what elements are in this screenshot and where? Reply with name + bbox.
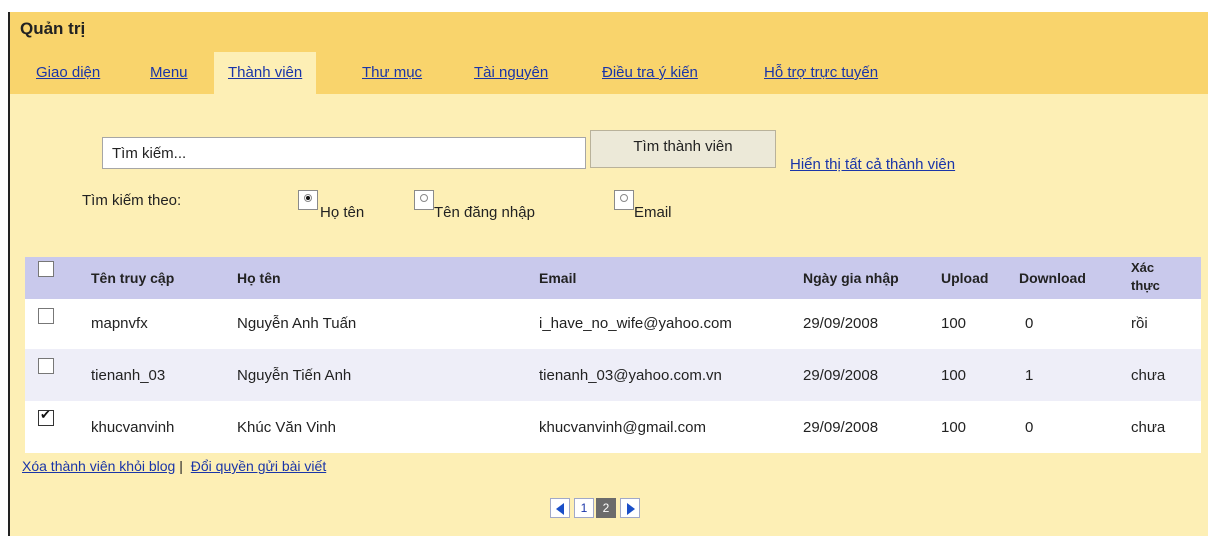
bulk-actions: Xóa thành viên khỏi blog | Đổi quyền gửi… [22, 458, 326, 474]
panel-header: Quản trị Giao diện Menu Thành viên Thư m… [10, 12, 1208, 94]
cell-username: mapnvfx [91, 315, 148, 332]
tab-tai-nguyen[interactable]: Tài nguyên [474, 64, 548, 81]
col-fullname: Họ tên [237, 270, 281, 286]
cell-verified: chưa [1131, 367, 1166, 384]
radio-email[interactable] [614, 190, 634, 210]
cell-username: tienanh_03 [91, 367, 166, 384]
chevron-left-icon [556, 503, 564, 515]
cell-joined: 29/09/2008 [803, 367, 879, 384]
cell-download: 0 [1025, 419, 1034, 436]
link-separator: | [179, 458, 183, 474]
cell-joined: 29/09/2008 [803, 419, 879, 436]
panel-title: Quản trị [20, 19, 86, 38]
cell-fullname: Nguyễn Tiến Anh [237, 367, 352, 384]
search-input[interactable] [102, 137, 586, 169]
cell-verified: chưa [1131, 419, 1166, 436]
row-checkbox[interactable] [38, 358, 54, 374]
cell-username: khucvanvinh [91, 419, 175, 436]
tab-thu-muc[interactable]: Thư mục [362, 64, 422, 81]
tab-menu[interactable]: Menu [150, 64, 188, 81]
page-2-button[interactable]: 2 [596, 498, 616, 518]
table-header-row: Tên truy cập Họ tên Email Ngày gia nhập … [25, 257, 1201, 299]
search-button[interactable]: Tìm thành viên [590, 130, 776, 168]
cell-fullname: Khúc Văn Vinh [237, 419, 336, 436]
tab-bar: Giao diện Menu Thành viên Thư mục Tài ng… [10, 52, 1208, 94]
radio-label-ho-ten: Họ tên [320, 204, 365, 221]
col-username: Tên truy cập [91, 270, 175, 286]
radio-empty-icon [420, 194, 428, 202]
cell-upload: 100 [941, 367, 967, 384]
tab-thanh-vien[interactable]: Thành viên [214, 52, 317, 94]
cell-upload: 100 [941, 315, 967, 332]
change-permission-link[interactable]: Đổi quyền gửi bài viết [191, 458, 326, 474]
cell-joined: 29/09/2008 [803, 315, 879, 332]
col-upload: Upload [941, 270, 989, 286]
row-checkbox[interactable] [38, 408, 54, 426]
col-email: Email [539, 270, 577, 286]
radio-ten-dang-nhap[interactable] [414, 190, 434, 210]
radio-empty-icon [620, 194, 628, 202]
tab-giao-dien[interactable]: Giao diện [36, 64, 100, 81]
radio-label-ten-dang-nhap: Tên đăng nhập [434, 204, 535, 221]
radio-selected-icon [304, 194, 312, 202]
tab-dieu-tra-y-kien[interactable]: Điều tra ý kiến [602, 64, 698, 81]
col-joined: Ngày gia nhập [803, 270, 899, 286]
cell-verified: rồi [1131, 315, 1148, 332]
cell-download: 0 [1025, 315, 1034, 332]
search-by-label: Tìm kiếm theo: [82, 192, 182, 209]
remove-member-link[interactable]: Xóa thành viên khỏi blog [22, 458, 175, 474]
col-verified-line2: thực [1131, 278, 1160, 293]
col-download: Download [1019, 270, 1086, 286]
show-all-members-link[interactable]: Hiển thị tất cả thành viên [790, 156, 955, 173]
tab-ho-tro-truc-tuyen[interactable]: Hỗ trợ trực tuyến [764, 64, 878, 81]
next-page-button[interactable] [620, 498, 640, 518]
cell-upload: 100 [941, 419, 967, 436]
radio-ho-ten[interactable] [298, 190, 318, 210]
cell-email: tienanh_03@yahoo.com.vn [539, 367, 722, 384]
cell-email: i_have_no_wife@yahoo.com [539, 315, 732, 332]
cell-fullname: Nguyễn Anh Tuấn [237, 315, 357, 332]
prev-page-button[interactable] [550, 498, 570, 518]
row-checkbox[interactable] [38, 308, 54, 324]
col-verified-line1: Xác [1131, 260, 1155, 275]
table-row: tienanh_03 Nguyễn Tiến Anh tienanh_03@ya… [25, 349, 1201, 401]
table-row: khucvanvinh Khúc Văn Vinh khucvanvinh@gm… [25, 401, 1201, 453]
cell-email: khucvanvinh@gmail.com [539, 419, 706, 436]
chevron-right-icon [627, 503, 635, 515]
admin-panel: Quản trị Giao diện Menu Thành viên Thư m… [8, 12, 1208, 536]
table-row: mapnvfx Nguyễn Anh Tuấn i_have_no_wife@y… [25, 299, 1201, 349]
radio-label-email: Email [634, 204, 672, 221]
cell-download: 1 [1025, 367, 1034, 384]
select-all-checkbox[interactable] [38, 261, 54, 277]
page-1-button[interactable]: 1 [574, 498, 594, 518]
